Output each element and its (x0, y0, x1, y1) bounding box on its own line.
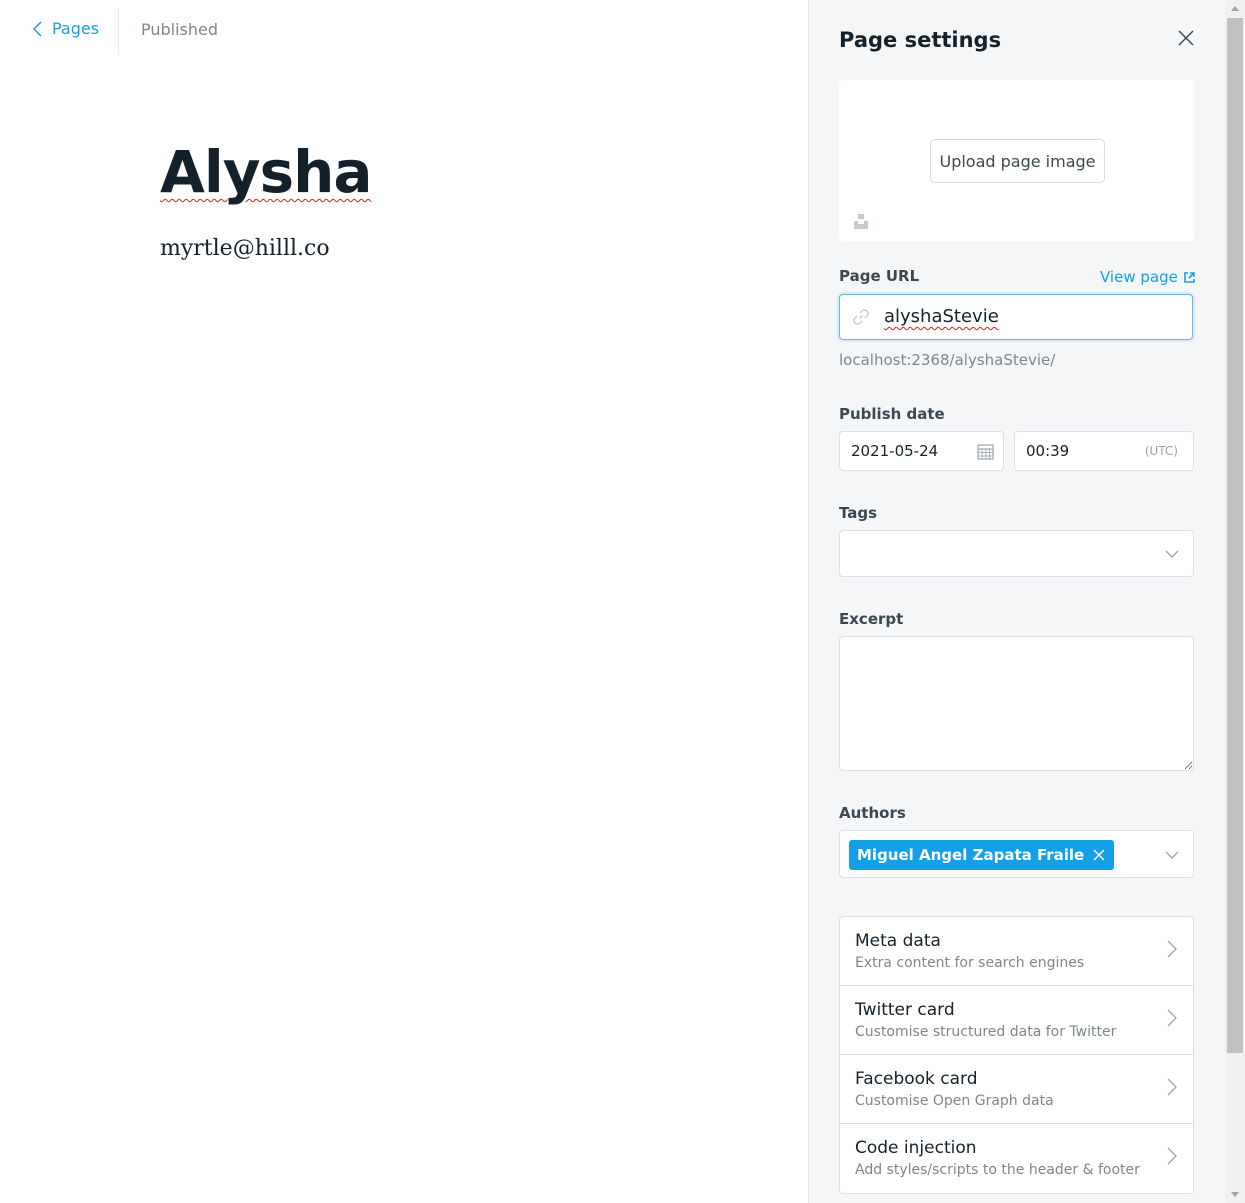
nav-item-title: Meta data (855, 931, 941, 951)
link-icon (853, 309, 869, 325)
tags-label: Tags (839, 504, 878, 522)
view-page-label: View page (1100, 268, 1178, 286)
publish-time-value: 00:39 (1026, 442, 1070, 460)
nav-item-title: Twitter card (855, 1000, 955, 1020)
nav-item-twitter-card[interactable]: Twitter card Customise structured data f… (840, 986, 1193, 1055)
scrollbar-thumb[interactable] (1227, 18, 1243, 1053)
author-tag: Miguel Angel Zapata Fraile (849, 840, 1115, 870)
nav-item-code-injection[interactable]: Code injection Add styles/scripts to the… (840, 1124, 1193, 1193)
chevron-right-icon (1167, 940, 1177, 958)
nav-item-subtitle: Extra content for search engines (855, 955, 1085, 971)
publish-date-label: Publish date (839, 405, 945, 423)
view-page-link[interactable]: View page (1100, 268, 1195, 286)
upload-page-image-button[interactable]: Upload page image (930, 139, 1105, 183)
nav-item-facebook-card[interactable]: Facebook card Customise Open Graph data (840, 1055, 1193, 1124)
close-icon[interactable] (1174, 26, 1198, 50)
settings-nav-list: Meta data Extra content for search engin… (839, 916, 1194, 1194)
back-link-label: Pages (52, 19, 100, 38)
back-to-pages-link[interactable]: Pages (32, 19, 99, 38)
nav-item-title: Code injection (855, 1138, 977, 1158)
editor-topbar: Pages Published (0, 0, 808, 62)
nav-item-subtitle: Customise Open Graph data (855, 1093, 1054, 1109)
excerpt-label: Excerpt (839, 610, 904, 628)
chevron-left-icon (32, 20, 42, 37)
nav-item-meta-data[interactable]: Meta data Extra content for search engin… (840, 917, 1193, 986)
editor-pane: Pages Published Alysha myrtle@hilll.co (0, 0, 808, 1203)
page-url-input[interactable]: alyshaStevie (839, 294, 1193, 340)
publish-date-input[interactable]: 2021-05-24 (839, 431, 1004, 471)
calendar-icon[interactable] (977, 443, 994, 460)
publish-status: Published (141, 20, 219, 39)
chevron-down-icon (1165, 851, 1179, 859)
nav-item-subtitle: Customise structured data for Twitter (855, 1024, 1117, 1040)
divider (118, 8, 119, 54)
chevron-right-icon (1167, 1009, 1177, 1027)
timezone-label: (UTC) (1144, 444, 1178, 458)
publish-time-input[interactable]: 00:39 (UTC) (1014, 431, 1194, 471)
page-body-editor[interactable]: myrtle@hilll.co (160, 236, 330, 261)
publish-date-value: 2021-05-24 (851, 442, 939, 460)
chevron-right-icon (1167, 1147, 1177, 1165)
remove-icon[interactable] (1093, 849, 1105, 861)
excerpt-textarea[interactable] (839, 636, 1194, 771)
slug-text: alyshaStevie (884, 306, 999, 327)
nav-item-subtitle: Add styles/scripts to the header & foote… (855, 1162, 1140, 1178)
page-title-editor[interactable]: Alysha (160, 138, 373, 206)
unsplash-icon[interactable] (853, 213, 869, 229)
authors-label: Authors (839, 804, 906, 822)
author-name: Miguel Angel Zapata Fraile (857, 846, 1085, 864)
authors-select[interactable]: Miguel Angel Zapata Fraile (839, 830, 1194, 878)
page-title-text: Alysha (160, 138, 373, 206)
scroll-up-icon[interactable] (1231, 6, 1239, 11)
tags-select[interactable] (839, 530, 1194, 577)
panel-scrollbar[interactable] (1225, 0, 1245, 1203)
chevron-down-icon (1165, 550, 1179, 558)
nav-item-title: Facebook card (855, 1069, 978, 1089)
page-url-value: alyshaStevie (884, 306, 999, 327)
settings-title: Page settings (839, 28, 1002, 52)
chevron-right-icon (1167, 1078, 1177, 1096)
page-url-label: Page URL (839, 267, 920, 285)
external-link-icon (1184, 271, 1195, 283)
scroll-down-icon[interactable] (1231, 1192, 1239, 1197)
url-preview: localhost:2368/alyshaStevie/ (839, 351, 1056, 369)
